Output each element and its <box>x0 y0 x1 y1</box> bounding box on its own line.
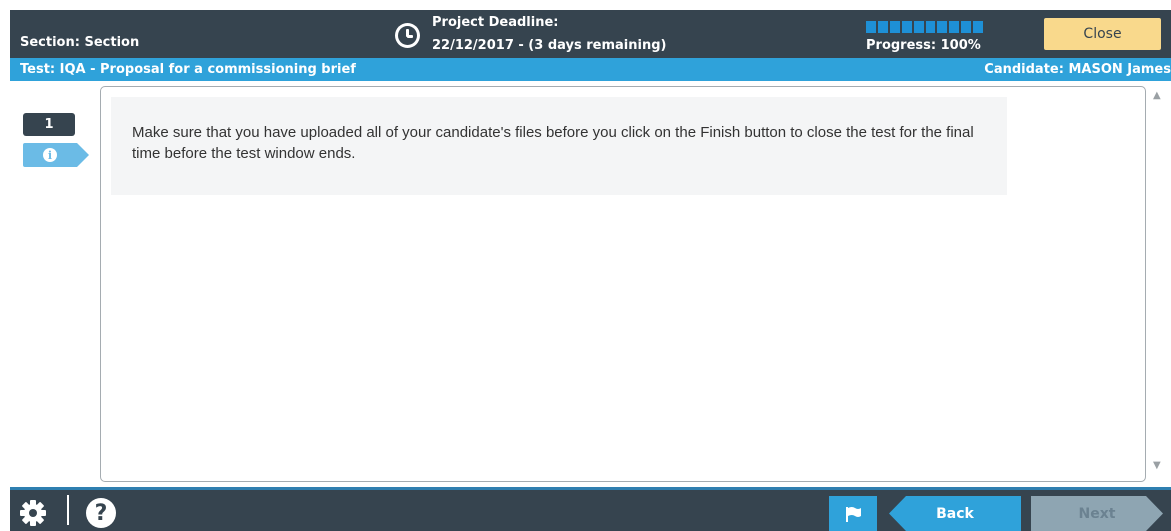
instruction-text: Make sure that you have uploaded all of … <box>132 124 974 162</box>
scroll-down-arrow-icon[interactable]: ▼ <box>1153 460 1161 471</box>
info-icon: i <box>43 148 57 162</box>
content-panel: Make sure that you have uploaded all of … <box>100 86 1146 482</box>
instruction-box: Make sure that you have uploaded all of … <box>111 97 1007 195</box>
progress-segment <box>937 21 948 33</box>
progress-segment <box>866 21 876 33</box>
help-icon[interactable]: ? <box>86 498 116 528</box>
progress-segment <box>877 21 888 33</box>
content-scrollbar[interactable] <box>1151 86 1167 482</box>
deadline-title: Project Deadline: <box>432 15 559 30</box>
next-button-label: Next <box>1078 505 1116 522</box>
progress-label: Progress: 100% <box>866 38 981 53</box>
back-button-label: Back <box>936 505 974 522</box>
test-info-bar: Test: IQA - Proposal for a commissioning… <box>10 58 1171 81</box>
progress-segment <box>889 21 900 33</box>
gear-icon[interactable] <box>18 498 48 528</box>
question-number-button[interactable]: 1 <box>23 113 75 136</box>
section-label: Section: Section <box>20 35 140 50</box>
test-title: Test: IQA - Proposal for a commissioning… <box>20 62 356 77</box>
scroll-up-arrow-icon[interactable]: ▲ <box>1153 90 1161 101</box>
clock-icon <box>395 23 420 48</box>
deadline-value: 22/12/2017 - (3 days remaining) <box>432 38 667 53</box>
progress-segment <box>901 21 912 33</box>
next-button[interactable]: Next <box>1031 496 1163 531</box>
information-page-tab[interactable]: i <box>23 143 89 167</box>
footer-divider <box>67 495 69 525</box>
progress-segment <box>925 21 936 33</box>
progress-bar <box>866 21 984 33</box>
progress-segment <box>949 21 960 33</box>
progress-segment <box>973 21 984 33</box>
back-button[interactable]: Back <box>889 496 1021 531</box>
flag-button[interactable] <box>829 496 877 531</box>
flag-icon <box>846 506 861 522</box>
progress-segment <box>961 21 972 33</box>
close-button[interactable]: Close <box>1044 18 1161 50</box>
candidate-name: Candidate: MASON James <box>984 62 1171 77</box>
top-header-bar: Section: Section Project Deadline: 22/12… <box>10 10 1171 58</box>
progress-segment <box>913 21 924 33</box>
